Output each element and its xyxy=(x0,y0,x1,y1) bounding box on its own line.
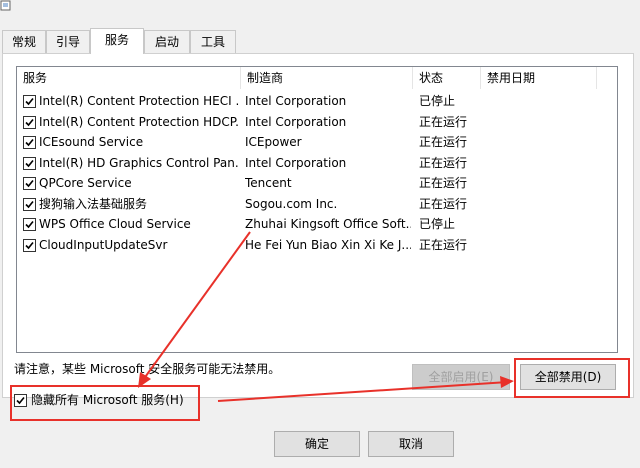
tab-startup[interactable]: 启动 xyxy=(144,30,190,53)
column-header-disabled-date[interactable]: 禁用日期 xyxy=(481,67,597,89)
service-checkbox[interactable] xyxy=(23,238,36,252)
service-status: 已停止 xyxy=(419,217,456,231)
service-row[interactable]: Intel(R) Content Protection HECI ... Inte… xyxy=(17,91,615,111)
service-manufacturer: ICEpower xyxy=(245,135,302,149)
service-status: 正在运行 xyxy=(419,114,468,129)
service-name: 搜狗输入法基础服务 xyxy=(39,196,148,211)
enable-all-button[interactable]: 全部启用(E) xyxy=(412,364,510,390)
service-checkbox[interactable] xyxy=(23,218,36,231)
service-manufacturer: Zhuhai Kingsoft Office Soft... xyxy=(245,217,411,231)
service-checkbox[interactable] xyxy=(23,177,36,190)
service-row[interactable]: Intel(R) Content Protection HDCP... Intel… xyxy=(17,112,615,132)
service-checkbox[interactable] xyxy=(23,197,36,211)
service-row[interactable]: CloudInputUpdateSvr He Fei Yun Biao Xin X… xyxy=(17,235,615,255)
service-name: ICEsound Service xyxy=(39,135,144,149)
service-checkbox[interactable] xyxy=(23,136,36,149)
services-list[interactable]: 服务 制造商 状态 禁用日期 Intel(R) Content Protecti… xyxy=(16,66,618,353)
column-header-manufacturer[interactable]: 制造商 xyxy=(241,67,413,89)
service-status: 正在运行 xyxy=(419,196,468,211)
service-manufacturer: Sogou.com Inc. xyxy=(245,196,338,211)
tab-boot[interactable]: 引导 xyxy=(46,30,90,53)
service-status: 正在运行 xyxy=(419,135,468,149)
service-row[interactable]: Intel(R) HD Graphics Control Pan... Intel… xyxy=(17,153,615,173)
service-manufacturer: Intel Corporation xyxy=(245,155,347,170)
service-manufacturer: Intel Corporation xyxy=(245,114,347,129)
service-status: 正在运行 xyxy=(419,176,468,190)
service-manufacturer: Intel Corporation xyxy=(245,94,347,108)
highlight-hide-microsoft xyxy=(10,385,200,421)
service-status: 已停止 xyxy=(419,94,456,108)
security-note: 请注意，某些 Microsoft 安全服务可能无法禁用。 xyxy=(14,362,281,376)
tab-tools[interactable]: 工具 xyxy=(190,30,236,53)
service-name: CloudInputUpdateSvr xyxy=(39,237,168,252)
service-checkbox[interactable] xyxy=(23,115,36,129)
tab-services[interactable]: 服务 xyxy=(90,28,144,54)
service-row[interactable]: WPS Office Cloud Service Zhuhai Kingsoft … xyxy=(17,214,615,234)
column-header-status[interactable]: 状态 xyxy=(413,67,481,89)
service-checkbox[interactable] xyxy=(23,95,36,108)
service-name: QPCore Service xyxy=(39,176,132,190)
cancel-button[interactable]: 取消 xyxy=(368,431,454,457)
service-name: Intel(R) Content Protection HECI ... xyxy=(39,94,239,108)
service-manufacturer: Tencent xyxy=(245,176,292,190)
highlight-disable-all xyxy=(514,358,630,398)
tab-general[interactable]: 常规 xyxy=(2,30,46,53)
service-row[interactable]: QPCore Service Tencent 正在运行 xyxy=(17,173,615,193)
service-name: Intel(R) Content Protection HDCP... xyxy=(39,114,239,129)
service-status: 正在运行 xyxy=(419,237,468,252)
service-name: WPS Office Cloud Service xyxy=(39,217,191,231)
service-status: 正在运行 xyxy=(419,155,468,170)
app-icon xyxy=(0,0,12,12)
service-name: Intel(R) HD Graphics Control Pan... xyxy=(39,155,239,170)
service-row[interactable]: 搜狗输入法基础服务 Sogou.com Inc. 正在运行 xyxy=(17,194,615,214)
service-checkbox[interactable] xyxy=(23,156,36,170)
column-header-service[interactable]: 服务 xyxy=(17,67,241,89)
ok-button[interactable]: 确定 xyxy=(274,431,360,457)
service-row[interactable]: ICEsound Service ICEpower 正在运行 xyxy=(17,132,615,152)
service-manufacturer: He Fei Yun Biao Xin Xi Ke J... xyxy=(245,237,411,252)
